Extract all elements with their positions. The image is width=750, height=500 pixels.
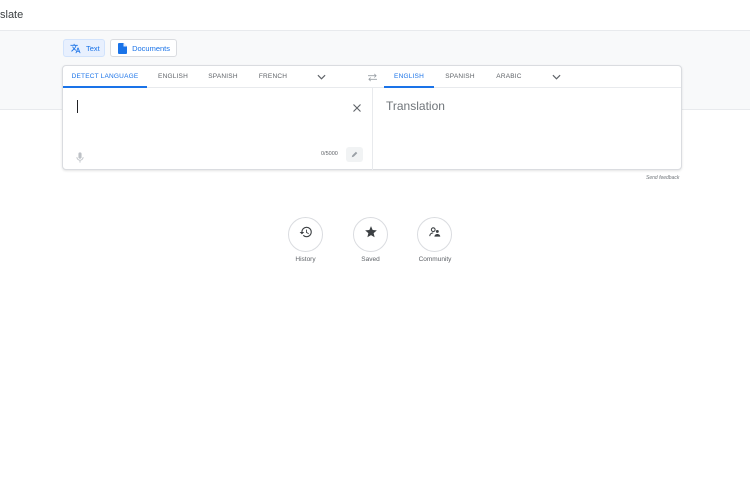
star-icon [364,225,378,244]
source-language-chevron-down-icon[interactable] [314,70,328,84]
handwriting-pencil-icon[interactable] [346,147,363,162]
tab-source-english[interactable]: ENGLISH [153,66,193,88]
source-text-input[interactable] [77,100,78,113]
translate-icon [70,42,81,54]
tab-source-french[interactable]: FRENCH [253,66,293,88]
documents-mode-button[interactable]: Documents [110,39,177,57]
tab-target-spanish[interactable]: SPANISH [440,66,480,88]
community-label: Community [418,256,452,263]
pane-divider [372,88,373,170]
language-bar: DETECT LANGUAGE ENGLISH SPANISH FRENCH E… [63,66,681,88]
community-button[interactable] [417,217,452,252]
swap-languages-icon[interactable] [365,71,379,83]
saved-label: Saved [361,256,380,263]
tab-target-arabic[interactable]: ARABIC [489,66,529,88]
tab-target-english[interactable]: ENGLISH [384,66,434,88]
document-icon [117,42,127,54]
microphone-icon[interactable] [76,150,86,163]
tab-detect-language[interactable]: DETECT LANGUAGE [63,66,147,88]
clear-close-icon[interactable] [352,100,362,112]
text-mode-label: Text [86,43,100,53]
documents-mode-label: Documents [132,43,170,53]
tab-source-spanish[interactable]: SPANISH [203,66,243,88]
history-label: History [295,256,316,263]
send-feedback-link[interactable]: Send feedback [646,175,679,181]
saved-button[interactable] [353,217,388,252]
history-button[interactable] [288,217,323,252]
character-count: 0/5000 [321,151,338,157]
history-icon [299,225,313,244]
translation-card: DETECT LANGUAGE ENGLISH SPANISH FRENCH E… [62,65,682,170]
target-language-chevron-down-icon[interactable] [549,70,563,84]
top-bar: slate [0,0,750,31]
text-mode-button[interactable]: Text [63,39,105,57]
app-title: slate [0,9,24,21]
community-icon [428,225,442,244]
translation-output: Translation [386,99,445,113]
